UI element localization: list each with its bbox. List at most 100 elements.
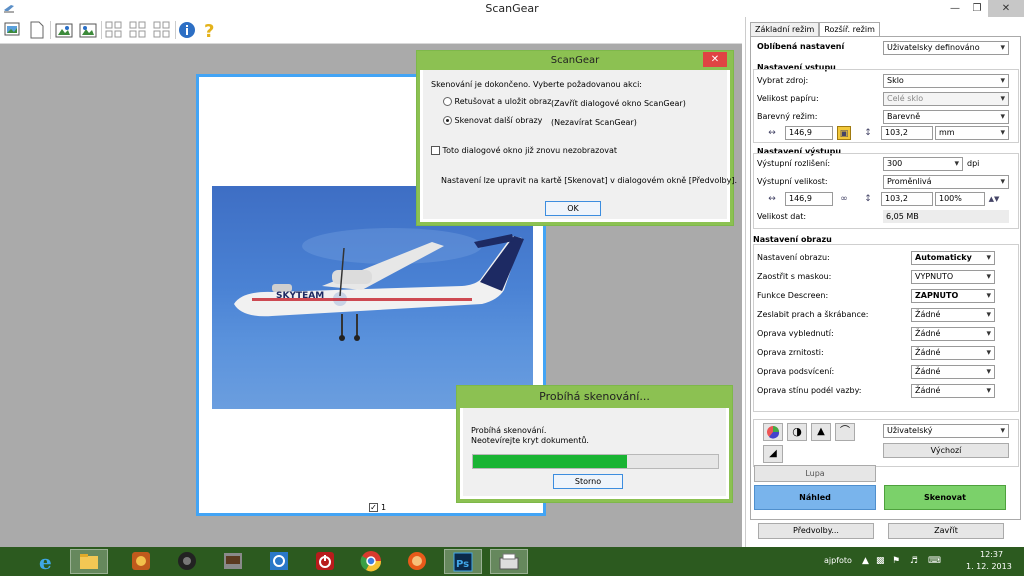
image-setting-select[interactable]: Žádné <box>911 365 995 379</box>
scan-to-image-icon[interactable] <box>3 20 23 40</box>
histogram-icon[interactable]: ▲ <box>811 423 831 441</box>
power-app-icon[interactable] <box>306 549 344 574</box>
threshold-icon[interactable]: ◢ <box>763 445 783 463</box>
width-icon: ↔ <box>768 128 776 138</box>
option-scan-more[interactable]: Skenovat další obrazy <box>443 116 542 125</box>
link-icon[interactable]: ∞ <box>837 192 851 206</box>
paper-size-select[interactable]: Celé sklo <box>883 92 1009 106</box>
taskbar-user[interactable]: ajpfoto <box>824 556 852 565</box>
photoshop-icon[interactable]: Ps <box>444 549 482 574</box>
output-resolution-select[interactable]: 300 <box>883 157 963 171</box>
ok-button[interactable]: OK <box>545 201 601 216</box>
minimize-button[interactable]: — <box>944 0 966 17</box>
tone-curve-icon[interactable]: ⌒ <box>835 423 855 441</box>
progress-bar <box>472 454 719 469</box>
close-button[interactable]: Zavřít <box>888 523 1004 539</box>
output-width-field[interactable]: 146,9 <box>785 192 833 206</box>
color-mode-select[interactable]: Barevně <box>883 110 1009 124</box>
media-app-icon[interactable] <box>214 549 252 574</box>
dont-show-again[interactable]: Toto dialogové okno již znovu nezobrazov… <box>431 146 617 155</box>
close-window-button[interactable]: ✕ <box>988 0 1024 17</box>
image-setting-label: Funkce Descreen: <box>757 291 829 300</box>
brightness-icon[interactable]: ◑ <box>787 423 807 441</box>
color-balance-icon[interactable] <box>763 423 783 441</box>
svg-text:Ps: Ps <box>456 559 469 570</box>
chrome-icon[interactable] <box>352 549 390 574</box>
scanner-app-icon <box>4 5 14 13</box>
image-setting-select[interactable]: Automaticky <box>911 251 995 265</box>
settings-app-icon[interactable] <box>260 549 298 574</box>
dialog-title: ScanGear <box>417 51 733 70</box>
option-retouch[interactable]: Retušovat a uložit obraz <box>443 97 551 106</box>
cancel-button[interactable]: Storno <box>553 474 623 489</box>
mode-tabs: Základní režim Rozšíř. režim <box>750 22 880 37</box>
tray-flag-icon[interactable]: ⚑ <box>892 556 900 566</box>
image-setting-label: Oprava zrnitosti: <box>757 348 824 357</box>
image-setting-select[interactable]: Žádné <box>911 327 995 341</box>
advanced-panel: Oblíbená nastavení Uživatelsky definován… <box>750 36 1021 520</box>
window-title: ScanGear <box>485 2 539 15</box>
rotate-right-icon[interactable] <box>78 20 98 40</box>
image-setting-select[interactable]: Žádné <box>911 384 995 398</box>
image-setting-select[interactable]: ZAPNUTO <box>911 289 995 303</box>
option-scan-more-label: Skenovat další obrazy <box>454 116 543 125</box>
clock-date[interactable]: 1. 12. 2013 <box>966 562 1012 571</box>
source-select[interactable]: Sklo <box>883 74 1009 88</box>
tray-keyboard-icon[interactable]: ⌨ <box>928 556 941 566</box>
preferences-button[interactable]: Předvolby... <box>758 523 874 539</box>
input-width-field[interactable]: 146,9 <box>785 126 833 140</box>
tab-advanced-mode[interactable]: Rozšíř. režim <box>819 22 880 37</box>
help-icon[interactable]: ? <box>200 20 220 40</box>
image-setting-select[interactable]: Žádné <box>911 308 995 322</box>
thumbnail-checkbox[interactable]: ✓ <box>369 503 378 512</box>
default-button[interactable]: Výchozí <box>883 443 1009 458</box>
radio-scan-more[interactable] <box>443 116 452 125</box>
unit-select[interactable]: mm <box>935 126 1009 140</box>
color-mode-label: Barevný režim: <box>757 112 818 121</box>
option-scan-more-desc: (Nezavírat ScanGear) <box>551 118 637 127</box>
scan-button[interactable]: Skenovat <box>884 485 1006 510</box>
new-document-icon[interactable] <box>27 20 47 40</box>
image-setting-select[interactable]: Žádné <box>911 346 995 360</box>
input-height-field[interactable]: 103,2 <box>881 126 933 140</box>
scanner-task-icon[interactable] <box>490 549 528 574</box>
tray-volume-icon[interactable]: ♬ <box>910 556 918 566</box>
scan-complete-dialog: ScanGear ✕ Skenování je dokončeno. Vyber… <box>416 50 737 226</box>
info-icon[interactable] <box>177 20 197 40</box>
output-size-select[interactable]: Proměnlivá <box>883 175 1009 189</box>
tab-basic-mode[interactable]: Základní režim <box>750 22 820 36</box>
image-setting-select[interactable]: VYPNUTO <box>911 270 995 284</box>
browser-app-icon[interactable] <box>398 549 436 574</box>
scale-spinner[interactable]: ▲▼ <box>987 192 1001 206</box>
dpi-unit: dpi <box>967 159 980 168</box>
image-setting-label: Zeslabit prach a škrábance: <box>757 310 869 319</box>
multi-crop-icon[interactable] <box>128 20 148 40</box>
restore-button[interactable]: ❐ <box>966 0 988 17</box>
radio-retouch[interactable] <box>443 97 452 106</box>
title-bar: ScanGear — ❐ ✕ <box>0 0 1024 17</box>
zoom-button[interactable]: Lupa <box>754 465 876 482</box>
file-explorer-icon[interactable] <box>70 549 108 574</box>
rotate-left-icon[interactable] <box>54 20 74 40</box>
tray-network-icon[interactable]: ▩ <box>876 556 885 566</box>
preview-button[interactable]: Náhled <box>754 485 876 510</box>
thumbnail-checkbox-row[interactable]: ✓ 1 <box>369 503 386 512</box>
tone-preset-select[interactable]: Uživatelský <box>883 424 1009 438</box>
select-all-icon[interactable] <box>104 20 124 40</box>
ie-icon[interactable]: e <box>28 549 66 574</box>
toolbar: ? <box>0 17 742 44</box>
favorite-settings-select[interactable]: Uživatelsky definováno <box>883 41 1009 55</box>
dialog-message: Skenování je dokončeno. Vyberte požadova… <box>431 80 642 89</box>
clock-time[interactable]: 12:37 <box>980 550 1003 559</box>
dialog-close-button[interactable]: ✕ <box>703 52 727 67</box>
photo-app-icon[interactable] <box>122 549 160 574</box>
svg-text:e: e <box>39 550 52 573</box>
output-height-field[interactable]: 103,2 <box>881 192 933 206</box>
scale-field[interactable]: 100% <box>935 192 985 206</box>
speaker-app-icon[interactable] <box>168 549 206 574</box>
tray-arrow-icon[interactable]: ▲ <box>862 556 869 566</box>
clear-crop-icon[interactable] <box>152 20 172 40</box>
dont-show-checkbox[interactable] <box>431 146 440 155</box>
lock-ratio-icon[interactable]: ▣ <box>837 126 851 140</box>
progress-line1: Probíhá skenování. <box>471 426 547 435</box>
